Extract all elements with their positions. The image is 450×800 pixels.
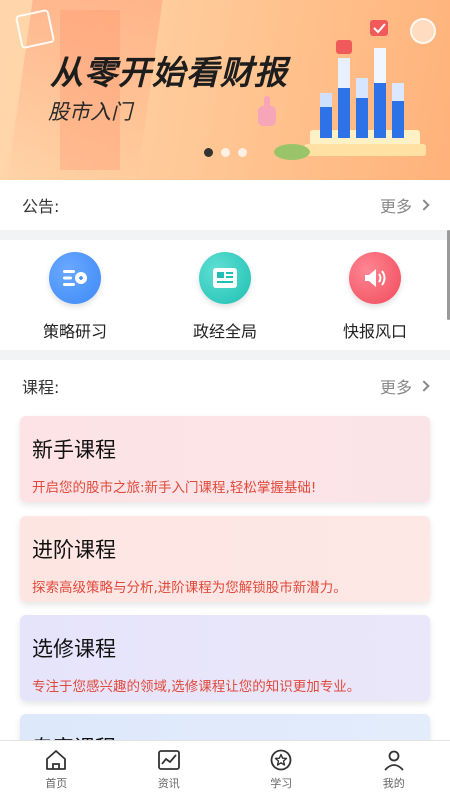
tab-news[interactable]: 资讯 (113, 741, 226, 800)
banner-chart-illustration (304, 20, 426, 156)
course-description: 开启您的股市之旅:新手入门课程,轻松掌握基础! (32, 480, 317, 496)
course-description: 专注于您感兴趣的领域,选修课程让您的知识更加专业。 (32, 679, 361, 695)
bottom-tab-bar: 首页 资讯 学习 我的 (0, 740, 450, 800)
course-title: 专家课程 (32, 732, 418, 740)
announcement-bar: 公告: 更多 (0, 180, 450, 230)
tab-label: 我的 (382, 777, 405, 790)
more-label: 更多 (379, 197, 412, 216)
banner-hand-decoration (258, 96, 276, 126)
carousel-dot[interactable] (237, 148, 247, 157)
newspaper-icon (199, 252, 251, 304)
carousel-dot[interactable] (220, 148, 230, 157)
chevron-right-icon (418, 380, 430, 392)
tab-label: 资讯 (157, 777, 180, 790)
quick-entry-label: 策略研习 (42, 322, 107, 341)
user-icon (384, 750, 404, 771)
courses-section: 课程: 更多 新手课程 开启您的股市之旅:新手入门课程,轻松掌握基础! 进阶课程… (0, 360, 450, 740)
course-card-elective[interactable]: 选修课程 专注于您感兴趣的领域,选修课程让您的知识更加专业。 (20, 615, 430, 701)
courses-header: 课程: 更多 (0, 360, 450, 412)
course-card-advanced[interactable]: 进阶课程 探索高级策略与分析,进阶课程为您解锁股市新潜力。 (20, 516, 430, 602)
home-icon (46, 750, 67, 770)
announcement-label: 公告: (22, 197, 60, 216)
carousel-indicator[interactable] (0, 148, 450, 157)
more-label: 更多 (379, 378, 412, 397)
announcement-more-link[interactable]: 更多 (379, 193, 430, 217)
banner-subtitle: 股市入门 (48, 100, 132, 124)
star-badge-icon (270, 749, 292, 771)
promo-banner[interactable]: 从零开始看财报 股市入门 (0, 0, 450, 180)
quick-entry-grid: 策略研习 政经全局 快报风口 (0, 240, 450, 350)
course-description: 探索高级策略与分析,进阶课程为您解锁股市新潜力。 (32, 580, 347, 596)
carousel-dot[interactable] (203, 148, 213, 157)
banner-title: 从零开始看财报 (50, 53, 288, 92)
course-title: 选修课程 (32, 637, 116, 661)
tab-profile[interactable]: 我的 (338, 741, 450, 800)
chart-icon (157, 750, 180, 770)
courses-more-link[interactable]: 更多 (379, 374, 430, 398)
tab-label: 学习 (270, 777, 293, 790)
course-card-expert[interactable]: 专家课程 (20, 714, 430, 740)
tab-home[interactable]: 首页 (0, 741, 113, 800)
quick-entry-flash-news[interactable]: 快报风口 (300, 240, 450, 350)
quick-entry-politics-economy[interactable]: 政经全局 (150, 240, 300, 350)
courses-label: 课程: (22, 378, 60, 397)
course-title: 新手课程 (32, 438, 116, 462)
chevron-right-icon (418, 199, 430, 211)
speaker-icon (349, 252, 401, 304)
quick-entry-label: 快报风口 (342, 322, 407, 341)
strategy-icon (49, 252, 101, 304)
course-card-beginner[interactable]: 新手课程 开启您的股市之旅:新手入门课程,轻松掌握基础! (20, 416, 430, 502)
quick-entry-label: 政经全局 (192, 322, 257, 341)
quick-entry-strategy[interactable]: 策略研习 (0, 240, 150, 350)
course-title: 进阶课程 (32, 538, 116, 562)
tab-learn[interactable]: 学习 (225, 741, 338, 800)
banner-logo-icon (14, 8, 56, 50)
tab-label: 首页 (45, 777, 68, 790)
